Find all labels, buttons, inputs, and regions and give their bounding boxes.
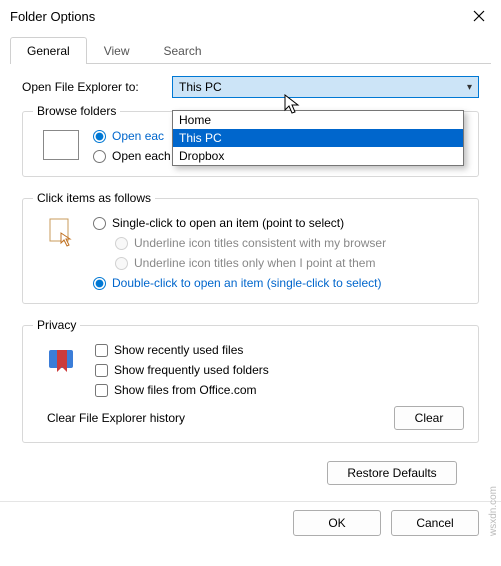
radio-single-click-label: Single-click to open an item (point to s…: [112, 216, 344, 230]
radio-double-click-label: Double-click to open an item (single-cli…: [112, 276, 381, 290]
check-recent[interactable]: Show recently used files: [95, 340, 468, 360]
browse-legend: Browse folders: [33, 104, 120, 118]
chevron-down-icon: ▾: [467, 82, 472, 93]
dropdown-option-dropbox[interactable]: Dropbox: [173, 147, 463, 165]
tab-strip: General View Search: [10, 36, 491, 64]
dropdown-option-thispc[interactable]: This PC: [173, 129, 463, 147]
privacy-group: Privacy Show recently used files Show fr…: [22, 318, 479, 443]
radio-underline-point-input: [115, 257, 128, 270]
radio-own-window-input[interactable]: [93, 150, 106, 163]
close-button[interactable]: [456, 0, 501, 32]
open-explorer-combo[interactable]: This PC ▾: [172, 76, 479, 98]
combo-value: This PC: [179, 80, 222, 94]
dropdown-option-home[interactable]: Home: [173, 111, 463, 129]
titlebar: Folder Options: [0, 0, 501, 32]
radio-underline-point-label: Underline icon titles only when I point …: [134, 256, 375, 270]
check-recent-input[interactable]: [95, 344, 108, 357]
clear-button[interactable]: Clear: [394, 406, 464, 430]
radio-same-window-input[interactable]: [93, 130, 106, 143]
check-office-input[interactable]: [95, 384, 108, 397]
radio-single-click[interactable]: Single-click to open an item (point to s…: [93, 213, 468, 233]
radio-double-click[interactable]: Double-click to open an item (single-cli…: [93, 273, 468, 293]
clear-history-label: Clear File Explorer history: [47, 411, 185, 425]
tab-general[interactable]: General: [10, 37, 87, 64]
window-title: Folder Options: [10, 9, 95, 24]
radio-single-click-input[interactable]: [93, 217, 106, 230]
radio-double-click-input[interactable]: [93, 277, 106, 290]
close-icon: [473, 10, 485, 22]
click-legend: Click items as follows: [33, 191, 155, 205]
check-office-label: Show files from Office.com: [114, 383, 257, 397]
privacy-icon: [47, 344, 77, 374]
tab-search[interactable]: Search: [147, 37, 219, 64]
radio-underline-browser-input: [115, 237, 128, 250]
radio-underline-browser: Underline icon titles consistent with my…: [93, 233, 468, 253]
browse-icon: [43, 130, 79, 160]
click-icon: [47, 217, 75, 251]
ok-button[interactable]: OK: [293, 510, 381, 536]
dialog-buttons: OK Cancel: [0, 501, 501, 536]
check-office[interactable]: Show files from Office.com: [95, 380, 468, 400]
radio-same-window-label: Open eac: [112, 129, 164, 143]
restore-defaults-button[interactable]: Restore Defaults: [327, 461, 457, 485]
check-frequent-input[interactable]: [95, 364, 108, 377]
radio-underline-browser-label: Underline icon titles consistent with my…: [134, 236, 386, 250]
click-items-group: Click items as follows Single-click to o…: [22, 191, 479, 304]
open-explorer-label: Open File Explorer to:: [22, 80, 172, 94]
cancel-button[interactable]: Cancel: [391, 510, 479, 536]
watermark: wsxdn.com: [488, 486, 499, 536]
check-recent-label: Show recently used files: [114, 343, 243, 357]
open-explorer-dropdown[interactable]: Home This PC Dropbox: [172, 110, 464, 166]
radio-underline-point: Underline icon titles only when I point …: [93, 253, 468, 273]
check-frequent[interactable]: Show frequently used folders: [95, 360, 468, 380]
check-frequent-label: Show frequently used folders: [114, 363, 269, 377]
tab-view[interactable]: View: [87, 37, 147, 64]
privacy-legend: Privacy: [33, 318, 80, 332]
